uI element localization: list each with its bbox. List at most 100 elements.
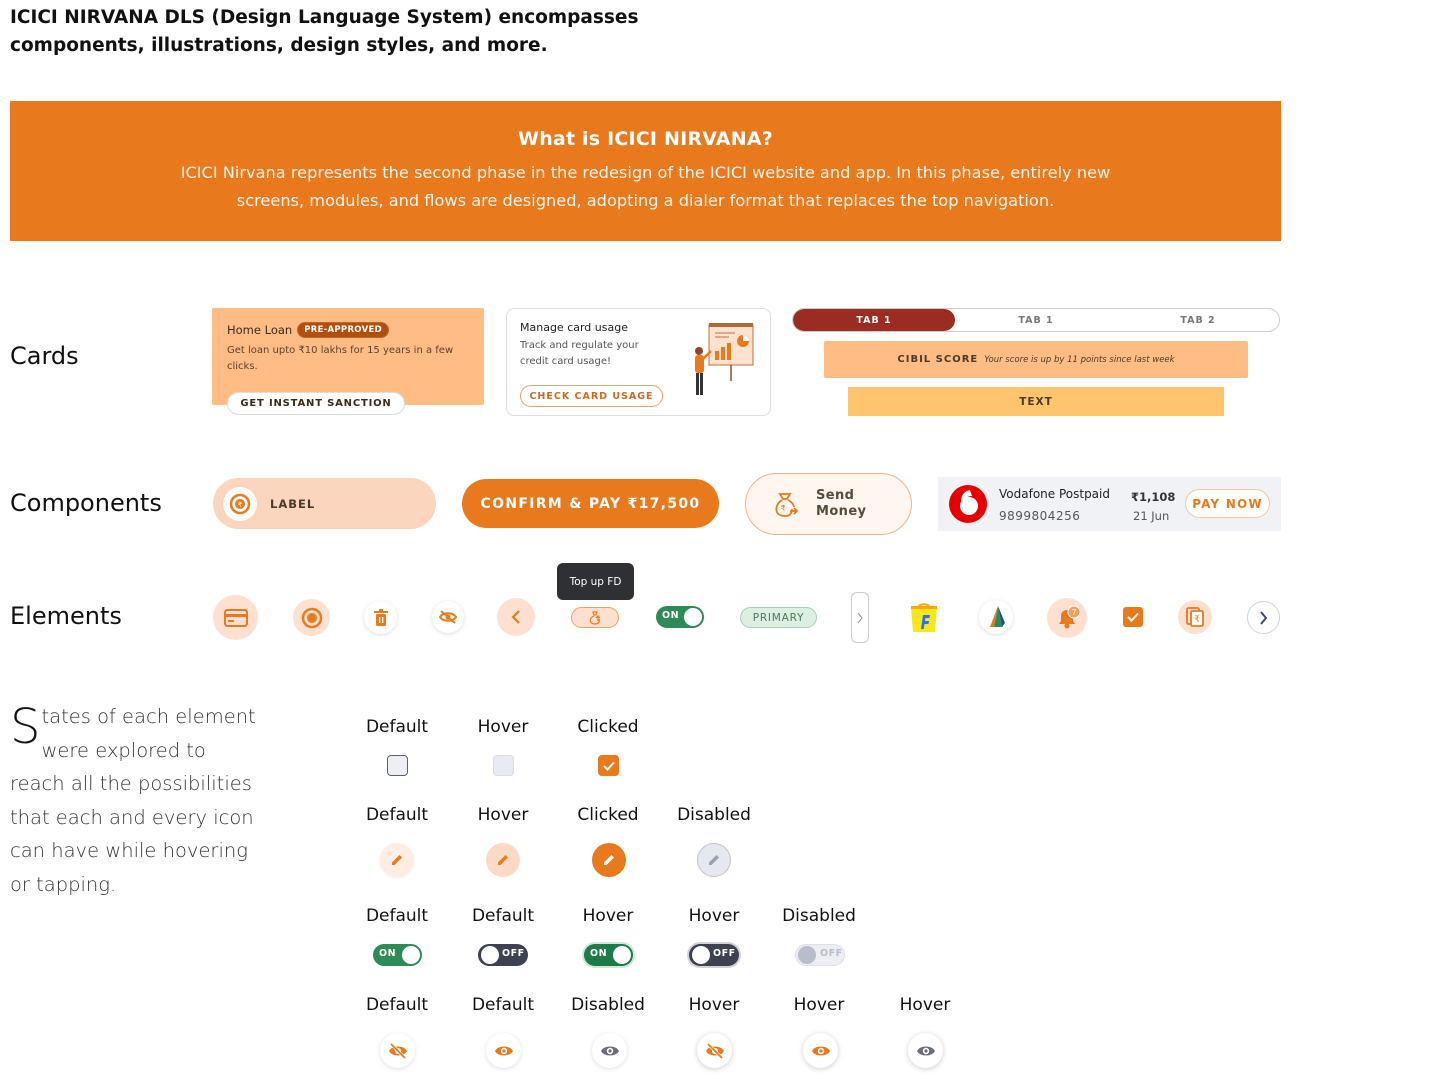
checkbox-default[interactable] [387, 755, 408, 776]
confirm-pay-button[interactable]: CONFIRM & PAY ₹17,500 [462, 479, 719, 528]
state-label: Hover [477, 717, 529, 737]
eye-icon [600, 1046, 619, 1055]
edit-button-hover[interactable] [486, 843, 520, 877]
checkbox-checked[interactable] [1123, 607, 1143, 627]
home-loan-description: Get loan upto ₹10 lakhs for 15 years in … [227, 345, 454, 372]
state-label: Disabled [782, 906, 856, 926]
intro-line-1: ICICI NIRVANA DLS (Design Language Syste… [10, 7, 639, 28]
hide-button[interactable] [432, 601, 464, 633]
state-label: Clicked [577, 805, 639, 825]
state-label: Disabled [571, 995, 645, 1015]
intro-line-2: components, illustrations, design styles… [10, 35, 548, 56]
text-bar: TEXT [848, 387, 1224, 416]
check-card-usage-button[interactable]: CHECK CARD USAGE [520, 385, 663, 407]
show-button-default[interactable] [486, 1033, 521, 1068]
svg-text:₹: ₹ [1194, 615, 1200, 625]
show-button-hover-grey[interactable] [908, 1033, 943, 1068]
state-label: Default [365, 717, 429, 737]
label-chip[interactable]: ₹ LABEL [213, 478, 436, 529]
toggle-label: OFF [820, 948, 843, 959]
banner-title: What is ICICI NIRVANA? [518, 128, 773, 150]
eye-off-icon [439, 610, 457, 624]
get-instant-sanction-button[interactable]: GET INSTANT SANCTION [227, 392, 405, 415]
rupee-coin-button[interactable] [293, 599, 330, 636]
vodafone-logo [949, 485, 987, 523]
toggle-knob [481, 946, 499, 964]
state-label: Default [365, 906, 429, 926]
toggle-knob [798, 946, 816, 964]
toggle-label: OFF [502, 948, 525, 959]
tab-bar: TAB 1 TAB 1 TAB 2 [792, 308, 1280, 332]
top-up-fd-button[interactable] [571, 607, 619, 628]
bill-payment-card: Vodafone Postpaid 9899804256 ₹1,108 21 J… [938, 477, 1281, 531]
toggle-disabled: OFF [795, 944, 845, 966]
send-money-button[interactable]: ₹ Send Money [745, 473, 912, 535]
notification-count: 7 [1071, 608, 1076, 617]
toggle-knob [692, 946, 710, 964]
card-icon [223, 608, 248, 627]
side-tab-handle[interactable] [851, 592, 869, 643]
toggle-knob [402, 946, 420, 964]
card-usage-description: Track and regulate your credit card usag… [520, 340, 639, 367]
pay-now-button[interactable]: PAY NOW [1185, 489, 1270, 518]
checkbox-hover[interactable] [493, 755, 514, 776]
eye-icon [811, 1046, 830, 1055]
bank-logo-icon [990, 606, 1005, 627]
checkbox-clicked[interactable] [598, 755, 619, 776]
back-button[interactable] [497, 598, 535, 636]
trash-icon [373, 608, 388, 626]
toggle-off-default[interactable]: OFF [478, 944, 528, 966]
state-label: Hover [477, 805, 529, 825]
toggle-on[interactable]: ON [656, 606, 704, 628]
edit-button-clicked[interactable] [592, 843, 626, 877]
state-label: Hover [793, 995, 845, 1015]
toggle-on-default[interactable]: ON [373, 944, 422, 966]
toggle-label: ON [590, 948, 608, 959]
section-label-elements: Elements [10, 602, 122, 630]
banner-text: ICICI Nirvana represents the second phas… [180, 163, 1111, 210]
top-up-fd-icon [589, 610, 601, 625]
state-label: Default [471, 995, 535, 1015]
bank-logo-button[interactable] [979, 600, 1013, 634]
rupee-coin-icon: ₹ [223, 486, 257, 521]
biller-number: 9899804256 [999, 509, 1081, 523]
eye-off-icon [705, 1042, 724, 1059]
state-label: Hover [582, 906, 634, 926]
svg-text:₹: ₹ [780, 504, 785, 513]
rupee-document-button[interactable]: ₹ [1178, 600, 1212, 634]
home-loan-card: Home Loan PRE-APPROVED Get loan upto ₹10… [212, 308, 484, 415]
pencil-icon [392, 855, 402, 865]
tab-1[interactable]: TAB 1 [955, 309, 1117, 331]
flipkart-logo[interactable] [907, 600, 940, 633]
pencil-icon [604, 855, 614, 865]
card-usage-title: Manage card usage [520, 321, 628, 334]
notification-button[interactable]: 7 [1047, 598, 1087, 638]
tab-1-active[interactable]: TAB 1 [793, 309, 955, 331]
next-button[interactable] [1247, 601, 1280, 634]
tab-2[interactable]: TAB 2 [1117, 309, 1279, 331]
intro-text: ICICI NIRVANA DLS (Design Language Syste… [10, 4, 650, 60]
hide-button-hover[interactable] [697, 1033, 732, 1068]
delete-button[interactable] [364, 601, 397, 634]
svg-text:₹: ₹ [238, 501, 243, 509]
eye-icon [916, 1046, 935, 1055]
toggle-off-hover[interactable]: OFF [689, 944, 739, 966]
edit-button-default[interactable] [380, 843, 414, 877]
checkmark-icon [602, 761, 615, 771]
show-button-hover[interactable] [803, 1033, 838, 1068]
chevron-right-small-icon [857, 612, 863, 623]
checkmark-icon [1127, 612, 1139, 622]
rupee-coin-icon [301, 607, 322, 628]
pre-approved-badge: PRE-APPROVED [297, 322, 389, 338]
state-label: Hover [899, 995, 951, 1015]
toggle-label: OFF [713, 948, 736, 959]
send-money-line-2: Money [816, 504, 867, 519]
toggle-on-hover[interactable]: ON [584, 944, 633, 966]
presenter-illustration [695, 323, 754, 395]
edit-button-disabled [697, 843, 731, 877]
hide-button-default[interactable] [380, 1033, 415, 1068]
eye-off-icon [388, 1042, 407, 1059]
cibil-score-message: Your score is up by 11 points since last… [984, 354, 1175, 365]
card-icon-button[interactable] [213, 595, 258, 640]
state-label: Hover [688, 906, 740, 926]
